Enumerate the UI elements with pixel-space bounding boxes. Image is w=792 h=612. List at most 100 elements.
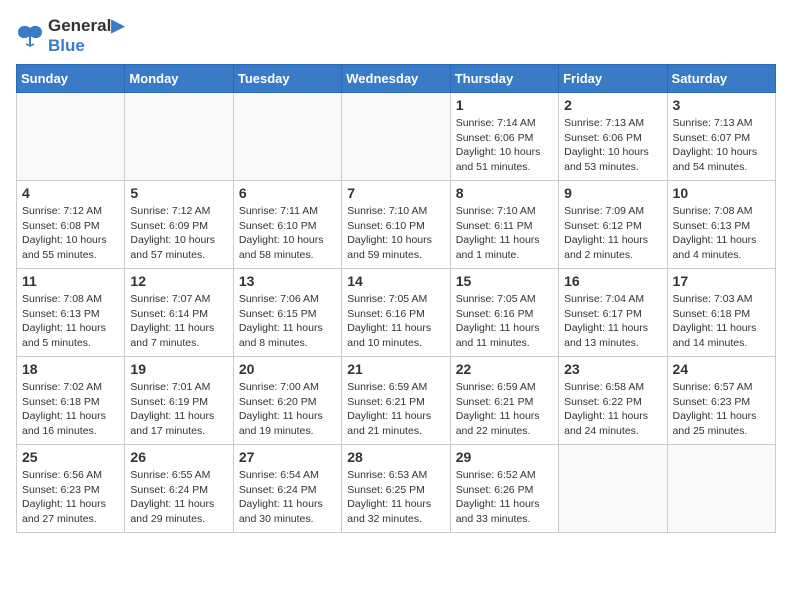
day-of-week-header: Tuesday bbox=[233, 65, 341, 93]
calendar-week-row: 11 Sunrise: 7:08 AM Sunset: 6:13 PM Dayli… bbox=[17, 269, 776, 357]
day-number: 17 bbox=[673, 273, 770, 289]
calendar-cell: 4 Sunrise: 7:12 AM Sunset: 6:08 PM Daylig… bbox=[17, 181, 125, 269]
day-info: Sunrise: 7:06 AM Sunset: 6:15 PM Dayligh… bbox=[239, 292, 336, 351]
day-of-week-header: Wednesday bbox=[342, 65, 450, 93]
day-number: 16 bbox=[564, 273, 661, 289]
calendar-cell: 7 Sunrise: 7:10 AM Sunset: 6:10 PM Daylig… bbox=[342, 181, 450, 269]
day-info: Sunrise: 7:13 AM Sunset: 6:06 PM Dayligh… bbox=[564, 116, 661, 175]
calendar-cell bbox=[125, 93, 233, 181]
calendar-cell: 1 Sunrise: 7:14 AM Sunset: 6:06 PM Daylig… bbox=[450, 93, 558, 181]
day-info: Sunrise: 7:08 AM Sunset: 6:13 PM Dayligh… bbox=[22, 292, 119, 351]
day-info: Sunrise: 6:52 AM Sunset: 6:26 PM Dayligh… bbox=[456, 468, 553, 527]
day-info: Sunrise: 7:02 AM Sunset: 6:18 PM Dayligh… bbox=[22, 380, 119, 439]
calendar-cell: 2 Sunrise: 7:13 AM Sunset: 6:06 PM Daylig… bbox=[559, 93, 667, 181]
day-info: Sunrise: 6:54 AM Sunset: 6:24 PM Dayligh… bbox=[239, 468, 336, 527]
calendar-cell: 13 Sunrise: 7:06 AM Sunset: 6:15 PM Dayli… bbox=[233, 269, 341, 357]
day-number: 9 bbox=[564, 185, 661, 201]
day-number: 3 bbox=[673, 97, 770, 113]
calendar-cell: 20 Sunrise: 7:00 AM Sunset: 6:20 PM Dayli… bbox=[233, 357, 341, 445]
calendar-cell bbox=[667, 445, 775, 533]
day-number: 14 bbox=[347, 273, 444, 289]
day-info: Sunrise: 7:04 AM Sunset: 6:17 PM Dayligh… bbox=[564, 292, 661, 351]
day-number: 13 bbox=[239, 273, 336, 289]
day-info: Sunrise: 7:03 AM Sunset: 6:18 PM Dayligh… bbox=[673, 292, 770, 351]
day-info: Sunrise: 6:59 AM Sunset: 6:21 PM Dayligh… bbox=[347, 380, 444, 439]
day-number: 24 bbox=[673, 361, 770, 377]
calendar-week-row: 25Sunrise: 6:56 AM Sunset: 6:23 PM Dayli… bbox=[17, 445, 776, 533]
calendar-cell: 15Sunrise: 7:05 AM Sunset: 6:16 PM Dayli… bbox=[450, 269, 558, 357]
calendar-cell: 19 Sunrise: 7:01 AM Sunset: 6:19 PM Dayli… bbox=[125, 357, 233, 445]
calendar-week-row: 4 Sunrise: 7:12 AM Sunset: 6:08 PM Daylig… bbox=[17, 181, 776, 269]
day-number: 19 bbox=[130, 361, 227, 377]
logo-text: General▶ Blue bbox=[48, 16, 124, 56]
day-of-week-header: Saturday bbox=[667, 65, 775, 93]
day-number: 5 bbox=[130, 185, 227, 201]
day-info: Sunrise: 7:08 AM Sunset: 6:13 PM Dayligh… bbox=[673, 204, 770, 263]
day-number: 18 bbox=[22, 361, 119, 377]
day-info: Sunrise: 7:05 AM Sunset: 6:16 PM Dayligh… bbox=[347, 292, 444, 351]
day-number: 12 bbox=[130, 273, 227, 289]
calendar-cell: 17 Sunrise: 7:03 AM Sunset: 6:18 PM Dayli… bbox=[667, 269, 775, 357]
day-info: Sunrise: 7:12 AM Sunset: 6:08 PM Dayligh… bbox=[22, 204, 119, 263]
calendar-cell: 11 Sunrise: 7:08 AM Sunset: 6:13 PM Dayli… bbox=[17, 269, 125, 357]
day-number: 1 bbox=[456, 97, 553, 113]
calendar-cell: 16 Sunrise: 7:04 AM Sunset: 6:17 PM Dayli… bbox=[559, 269, 667, 357]
day-number: 27 bbox=[239, 449, 336, 465]
calendar-cell: 14 Sunrise: 7:05 AM Sunset: 6:16 PM Dayli… bbox=[342, 269, 450, 357]
day-info: Sunrise: 7:00 AM Sunset: 6:20 PM Dayligh… bbox=[239, 380, 336, 439]
day-of-week-header: Monday bbox=[125, 65, 233, 93]
day-info: Sunrise: 7:07 AM Sunset: 6:14 PM Dayligh… bbox=[130, 292, 227, 351]
calendar-cell: 9 Sunrise: 7:09 AM Sunset: 6:12 PM Daylig… bbox=[559, 181, 667, 269]
day-info: Sunrise: 7:01 AM Sunset: 6:19 PM Dayligh… bbox=[130, 380, 227, 439]
day-number: 6 bbox=[239, 185, 336, 201]
calendar-cell: 25Sunrise: 6:56 AM Sunset: 6:23 PM Dayli… bbox=[17, 445, 125, 533]
day-info: Sunrise: 7:12 AM Sunset: 6:09 PM Dayligh… bbox=[130, 204, 227, 263]
day-number: 26 bbox=[130, 449, 227, 465]
calendar-cell: 27 Sunrise: 6:54 AM Sunset: 6:24 PM Dayli… bbox=[233, 445, 341, 533]
day-number: 4 bbox=[22, 185, 119, 201]
calendar-cell: 21 Sunrise: 6:59 AM Sunset: 6:21 PM Dayli… bbox=[342, 357, 450, 445]
calendar-cell: 5 Sunrise: 7:12 AM Sunset: 6:09 PM Daylig… bbox=[125, 181, 233, 269]
day-number: 21 bbox=[347, 361, 444, 377]
page-header: General▶ Blue bbox=[16, 16, 776, 56]
calendar-week-row: 18 Sunrise: 7:02 AM Sunset: 6:18 PM Dayli… bbox=[17, 357, 776, 445]
calendar-cell bbox=[342, 93, 450, 181]
day-number: 7 bbox=[347, 185, 444, 201]
logo-bird-icon bbox=[16, 24, 44, 48]
day-number: 11 bbox=[22, 273, 119, 289]
day-info: Sunrise: 6:59 AM Sunset: 6:21 PM Dayligh… bbox=[456, 380, 553, 439]
day-info: Sunrise: 7:14 AM Sunset: 6:06 PM Dayligh… bbox=[456, 116, 553, 175]
day-info: Sunrise: 7:09 AM Sunset: 6:12 PM Dayligh… bbox=[564, 204, 661, 263]
day-of-week-header: Thursday bbox=[450, 65, 558, 93]
day-of-week-header: Sunday bbox=[17, 65, 125, 93]
day-info: Sunrise: 7:10 AM Sunset: 6:10 PM Dayligh… bbox=[347, 204, 444, 263]
calendar-cell: 6 Sunrise: 7:11 AM Sunset: 6:10 PM Daylig… bbox=[233, 181, 341, 269]
day-number: 2 bbox=[564, 97, 661, 113]
day-info: Sunrise: 6:53 AM Sunset: 6:25 PM Dayligh… bbox=[347, 468, 444, 527]
day-info: Sunrise: 7:05 AM Sunset: 6:16 PM Dayligh… bbox=[456, 292, 553, 351]
calendar-week-row: 1 Sunrise: 7:14 AM Sunset: 6:06 PM Daylig… bbox=[17, 93, 776, 181]
calendar-cell: 18 Sunrise: 7:02 AM Sunset: 6:18 PM Dayli… bbox=[17, 357, 125, 445]
calendar-cell: 23 Sunrise: 6:58 AM Sunset: 6:22 PM Dayli… bbox=[559, 357, 667, 445]
day-info: Sunrise: 7:11 AM Sunset: 6:10 PM Dayligh… bbox=[239, 204, 336, 263]
calendar-cell bbox=[17, 93, 125, 181]
day-number: 28 bbox=[347, 449, 444, 465]
calendar-cell: 3Sunrise: 7:13 AM Sunset: 6:07 PM Daylig… bbox=[667, 93, 775, 181]
day-number: 29 bbox=[456, 449, 553, 465]
day-number: 10 bbox=[673, 185, 770, 201]
day-info: Sunrise: 6:55 AM Sunset: 6:24 PM Dayligh… bbox=[130, 468, 227, 527]
day-number: 22 bbox=[456, 361, 553, 377]
logo: General▶ Blue bbox=[16, 16, 124, 56]
calendar-cell: 24 Sunrise: 6:57 AM Sunset: 6:23 PM Dayli… bbox=[667, 357, 775, 445]
day-number: 25 bbox=[22, 449, 119, 465]
day-info: Sunrise: 6:57 AM Sunset: 6:23 PM Dayligh… bbox=[673, 380, 770, 439]
calendar-cell: 10 Sunrise: 7:08 AM Sunset: 6:13 PM Dayli… bbox=[667, 181, 775, 269]
day-number: 23 bbox=[564, 361, 661, 377]
day-number: 20 bbox=[239, 361, 336, 377]
calendar-cell: 8 Sunrise: 7:10 AM Sunset: 6:11 PM Daylig… bbox=[450, 181, 558, 269]
calendar-cell: 22 Sunrise: 6:59 AM Sunset: 6:21 PM Dayli… bbox=[450, 357, 558, 445]
day-number: 8 bbox=[456, 185, 553, 201]
calendar-table: SundayMondayTuesdayWednesdayThursdayFrid… bbox=[16, 64, 776, 533]
day-info: Sunrise: 6:58 AM Sunset: 6:22 PM Dayligh… bbox=[564, 380, 661, 439]
day-info: Sunrise: 7:10 AM Sunset: 6:11 PM Dayligh… bbox=[456, 204, 553, 263]
